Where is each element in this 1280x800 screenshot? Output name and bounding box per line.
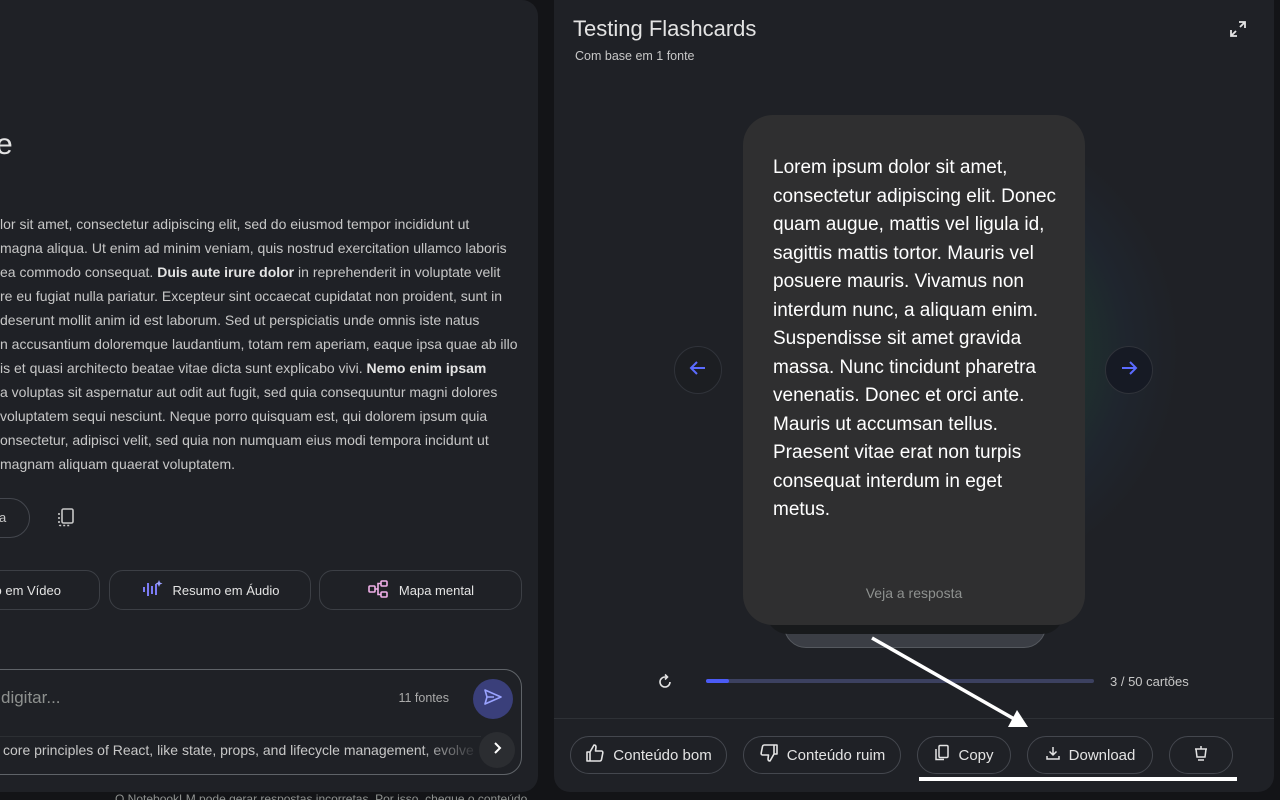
chat-input[interactable]: digitar...	[1, 688, 61, 708]
flashcard-question: Lorem ipsum dolor sit amet, consectetur …	[773, 157, 1057, 520]
body-text: a voluptas sit aspernatur aut odit aut f…	[0, 384, 498, 400]
send-button[interactable]	[473, 679, 513, 719]
copy-label: Copy	[958, 746, 994, 764]
disclaimer: O NotebookLM pode gerar respostas incorr…	[115, 792, 528, 800]
panel-title: Testing Flashcards	[573, 16, 757, 41]
download-label: Download	[1068, 746, 1136, 764]
note-body-line: lor sit amet, consectetur adipiscing eli…	[0, 212, 530, 236]
body-text: ea commodo consequat.	[0, 264, 158, 280]
cup-button[interactable]	[1169, 736, 1233, 774]
body-text: magnam aliquam quaerat voluptatem.	[0, 456, 236, 472]
previous-card-button[interactable]	[674, 346, 722, 394]
flashcard[interactable]: Lorem ipsum dolor sit amet, consectetur …	[743, 115, 1085, 625]
bad-content-button[interactable]: Conteúdo ruim	[743, 736, 901, 774]
body-text: n accusantium doloremque laudantium, tot…	[0, 336, 518, 352]
thumbs-down-icon	[759, 743, 779, 767]
note-body-line: magnam aliquam quaerat voluptatem.	[0, 452, 530, 476]
flashcards-panel: Testing Flashcards Com base em 1 fonte L…	[554, 0, 1274, 792]
mind-map-button[interactable]: Mapa mental	[319, 570, 522, 610]
note-body-line: a voluptas sit aspernatur aut odit aut f…	[0, 380, 530, 404]
note-body-line: n accusantium doloremque laudantium, tot…	[0, 332, 530, 356]
chat-panel: e lor sit amet, consectetur adipiscing e…	[0, 0, 538, 792]
suggested-question-text: core principles of React, like state, pr…	[3, 742, 474, 758]
mind-map-icon	[367, 578, 389, 603]
mind-map-label: Mapa mental	[398, 582, 475, 598]
suggested-question[interactable]: core principles of React, like state, pr…	[0, 736, 481, 766]
good-content-button[interactable]: Conteúdo bom	[570, 736, 727, 774]
highlight-underline	[919, 777, 1237, 781]
copy-icon	[934, 744, 950, 766]
copy-button[interactable]: Copy	[917, 736, 1011, 774]
chat-input-box: digitar... 11 fontes core principles of …	[0, 669, 522, 775]
save-note-button[interactable]: a	[0, 498, 30, 538]
arrow-left-icon	[688, 358, 708, 383]
note-body-line: magna aliqua. Ut enim ad minim veniam, q…	[0, 236, 530, 260]
body-text: voluptatem sequi nesciunt. Neque porro q…	[0, 408, 488, 424]
progress-label: 3 / 50 cartões	[1110, 674, 1189, 689]
body-text: onsectetur, adipisci velit, sed quia non…	[0, 432, 489, 448]
save-note-label: a	[0, 510, 7, 525]
download-icon	[1045, 745, 1061, 765]
audio-overview-button[interactable]: Resumo em Áudio	[109, 570, 311, 610]
thumbs-up-icon	[585, 743, 605, 767]
note-body-line: deserunt mollit anim id est laborum. Sed…	[0, 308, 530, 332]
panel-subtitle: Com base em 1 fonte	[575, 49, 695, 63]
body-text: magna aliqua. Ut enim ad minim veniam, q…	[0, 240, 507, 256]
cup-icon	[1192, 744, 1210, 766]
arrow-right-icon	[1119, 358, 1139, 383]
note-body-line: is et quasi architecto beatae vitae dict…	[0, 356, 530, 380]
expand-icon[interactable]	[1228, 19, 1248, 39]
good-content-label: Conteúdo bom	[613, 746, 712, 764]
body-text: is et quasi architecto beatae vitae dict…	[0, 360, 367, 376]
download-button[interactable]: Download	[1027, 736, 1153, 774]
note-heading: e	[0, 128, 13, 161]
next-suggestion-button[interactable]	[479, 732, 515, 768]
note-body: lor sit amet, consectetur adipiscing eli…	[0, 212, 530, 476]
progress-bar	[706, 679, 1094, 683]
restart-icon[interactable]	[656, 673, 674, 691]
note-body-line: ea commodo consequat. Duis aute irure do…	[0, 260, 530, 284]
app-root: e lor sit amet, consectetur adipiscing e…	[0, 0, 1280, 800]
body-text: deserunt mollit anim id est laborum. Sed…	[0, 312, 480, 328]
suggestion-fade	[421, 737, 481, 766]
note-body-line: voluptatem sequi nesciunt. Neque porro q…	[0, 404, 530, 428]
body-text: re eu fugiat nulla pariatur. Excepteur s…	[0, 288, 502, 304]
note-body-line: re eu fugiat nulla pariatur. Excepteur s…	[0, 284, 530, 308]
copy-icon[interactable]	[55, 506, 77, 528]
bold-text: Nemo enim ipsam	[366, 360, 487, 376]
source-count: 11 fontes	[398, 691, 449, 705]
video-overview-label: o em Vídeo	[0, 582, 61, 598]
bold-text: Duis aute irure dolor	[157, 264, 295, 280]
progress-fill	[706, 679, 730, 683]
send-icon	[483, 687, 503, 712]
audio-wave-icon	[141, 578, 163, 603]
body-text: in reprehenderit in voluptate velit	[294, 264, 501, 280]
bad-content-label: Conteúdo ruim	[786, 746, 886, 764]
video-overview-button[interactable]: o em Vídeo	[0, 570, 100, 610]
divider	[554, 718, 1274, 719]
chevron-right-icon	[490, 741, 504, 760]
note-body-line: onsectetur, adipisci velit, sed quia non…	[0, 428, 530, 452]
reveal-answer-link[interactable]: Veja a resposta	[743, 585, 1085, 601]
body-text: lor sit amet, consectetur adipiscing eli…	[0, 216, 470, 232]
audio-overview-label: Resumo em Áudio	[172, 582, 280, 598]
next-card-button[interactable]	[1105, 346, 1153, 394]
